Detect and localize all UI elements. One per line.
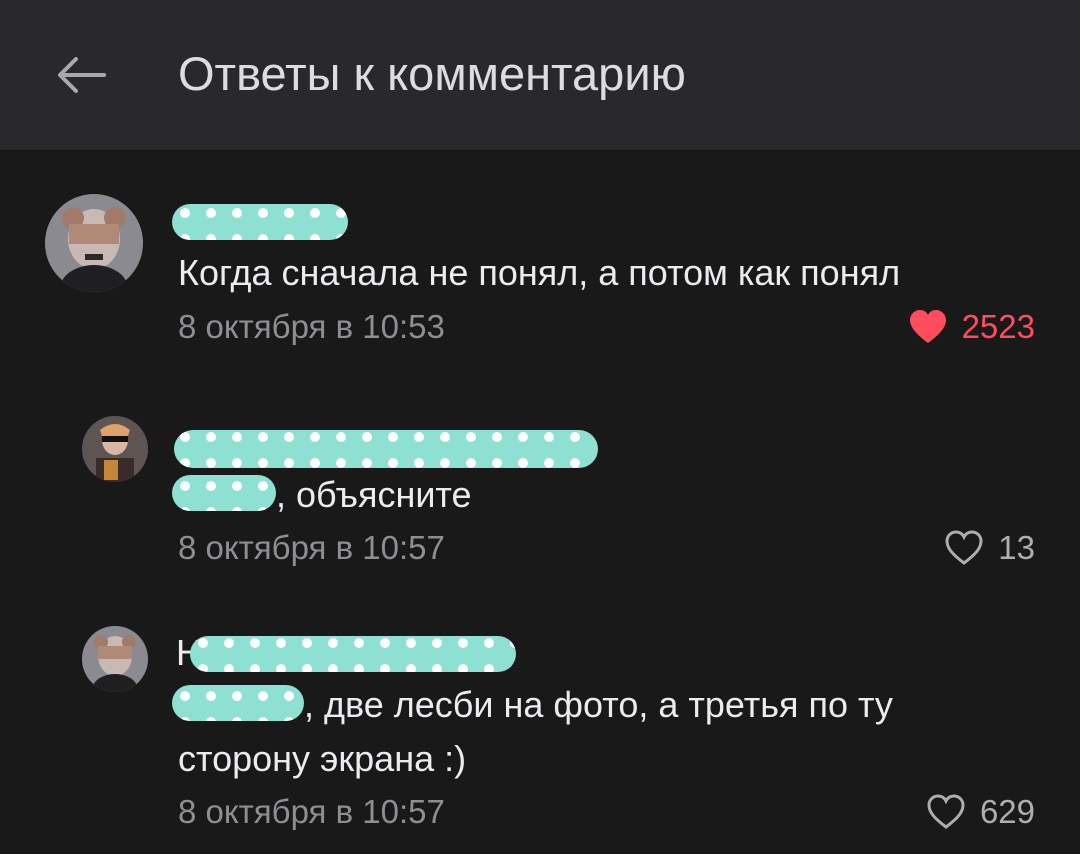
comment-body-line2: сторону экрана :) — [178, 738, 467, 779]
author-name[interactable] — [190, 630, 520, 680]
avatar[interactable] — [45, 194, 143, 292]
comment-date: 8 октября в 10:57 — [178, 793, 445, 830]
redaction-mark — [174, 430, 598, 468]
comment-text: , две лесби на фото, а третья по ту — [172, 678, 893, 732]
like-count: 2523 — [961, 308, 1035, 345]
comment-body: , объясните — [276, 474, 472, 515]
like-count: 629 — [979, 793, 1035, 830]
comment-item: , объясните 8 октября в 10:57 13 — [0, 410, 1080, 580]
like-count: 13 — [998, 529, 1035, 566]
heart-filled-icon — [909, 310, 946, 343]
comment-item: Когда сначала не понял, а потом как поня… — [0, 190, 1080, 350]
comment-date: 8 октября в 10:57 — [178, 529, 445, 566]
comment-text: , объясните — [172, 468, 472, 522]
redaction-mark — [190, 636, 516, 672]
comment-text: Когда сначала не понял, а потом как поня… — [178, 252, 901, 293]
like-button[interactable]: 2523 — [908, 307, 1035, 347]
heart-outline-icon — [945, 530, 983, 565]
header-bar: Ответы к комментарию — [0, 0, 1080, 150]
mention-link[interactable] — [172, 683, 304, 723]
mention-link[interactable] — [172, 473, 276, 513]
author-name[interactable] — [172, 424, 602, 474]
author-name[interactable] — [172, 200, 352, 250]
avatar[interactable] — [82, 416, 148, 482]
redaction-mark — [172, 685, 304, 721]
page-title: Ответы к комментарию — [178, 47, 686, 100]
like-button[interactable]: 13 — [944, 528, 1035, 568]
comment-replies-screen: Ответы к комментарию Когда сначала не по… — [0, 0, 1080, 854]
like-button[interactable]: 629 — [926, 792, 1035, 832]
comment-body-line1: , две лесби на фото, а третья по ту — [304, 684, 893, 725]
redaction-mark — [172, 475, 276, 511]
avatar[interactable] — [82, 626, 148, 692]
redaction-mark — [172, 204, 348, 240]
comment-item: Н , две лесби на фото, а третья по ту ст… — [0, 620, 1080, 854]
comment-date: 8 октября в 10:53 — [178, 308, 445, 345]
heart-outline-icon — [927, 794, 965, 829]
back-button[interactable] — [40, 35, 120, 115]
arrow-left-icon — [58, 57, 106, 93]
